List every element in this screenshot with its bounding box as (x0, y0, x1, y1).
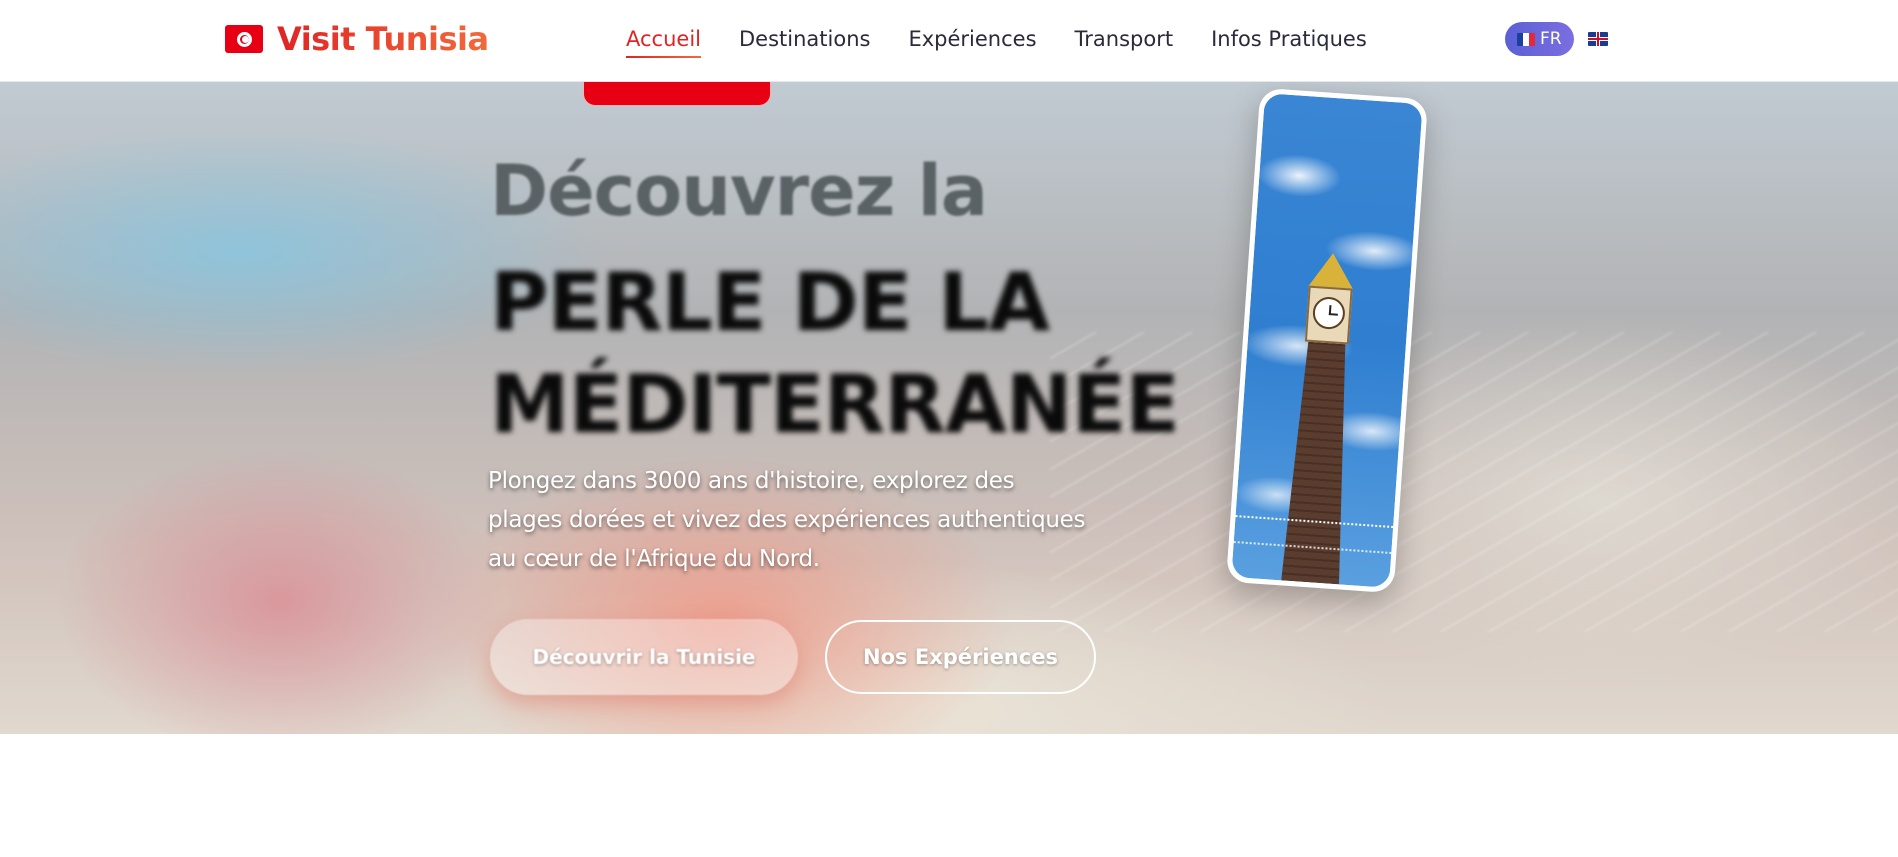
hero-subtitle: Plongez dans 3000 ans d'histoire, explor… (488, 468, 1086, 572)
france-flag-icon (1517, 32, 1535, 46)
hero-section: Découvrez la PERLE DE LA MÉDITERRANÉE Pl… (0, 82, 1898, 734)
uk-flag-icon (1587, 32, 1608, 46)
main-nav: Accueil Destinations Expériences Transpo… (626, 24, 1386, 58)
lang-fr-button[interactable]: FR (1505, 22, 1574, 56)
clock-tower-tunis-image (1231, 93, 1423, 588)
language-switcher: FR (1505, 22, 1610, 56)
hero-title-main: PERLE DE LA MÉDITERRANÉE (490, 252, 1210, 456)
hero-title-line2: PERLE DE LA (490, 256, 1050, 349)
site-header: Visit Tunisia Accueil Destinations Expér… (0, 0, 1898, 82)
lang-en-button[interactable] (1587, 22, 1610, 56)
hero-title-line1: Découvrez la (490, 150, 988, 232)
discover-tunisia-button[interactable]: Découvrir la Tunisie (490, 619, 798, 695)
brand-name[interactable]: Visit Tunisia (277, 20, 489, 58)
nav-experiences[interactable]: Expériences (889, 24, 1055, 58)
next-section (0, 734, 1898, 857)
hero-image-card (1225, 87, 1429, 594)
clock-icon (1311, 295, 1346, 331)
nav-transport[interactable]: Transport (1056, 24, 1193, 58)
lang-fr-label: FR (1540, 29, 1562, 49)
nav-infos-pratiques[interactable]: Infos Pratiques (1192, 24, 1386, 58)
site-logo[interactable]: Visit Tunisia (225, 20, 489, 58)
tunisia-flag-icon (225, 25, 263, 53)
hero-title-line3: MÉDITERRANÉE (490, 358, 1180, 451)
nav-destinations[interactable]: Destinations (720, 24, 889, 58)
nav-accueil[interactable]: Accueil (626, 24, 720, 58)
our-experiences-button[interactable]: Nos Expériences (825, 620, 1096, 694)
